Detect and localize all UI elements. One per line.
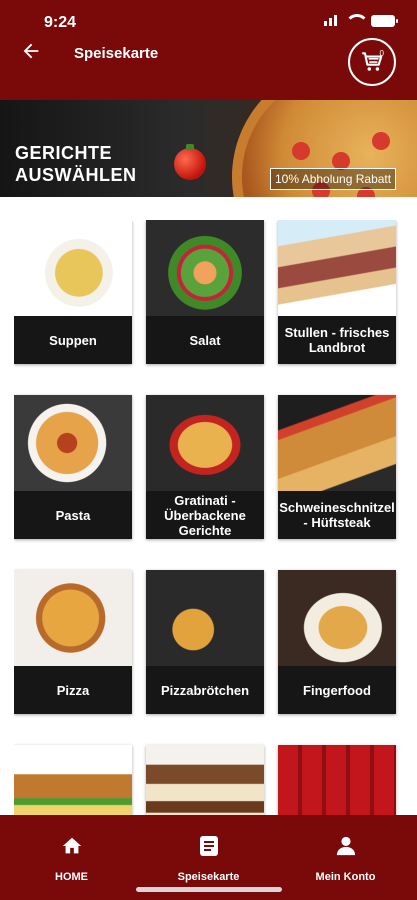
- cart-count-badge: 0: [379, 49, 384, 58]
- soup-image: [14, 220, 132, 316]
- home-indicator: [136, 887, 282, 892]
- status-time: 9:24: [44, 14, 77, 31]
- category-card-pizzabroetchen[interactable]: Pizzabrötchen: [146, 570, 264, 714]
- category-label: Fingerfood: [278, 666, 396, 714]
- discount-badge: 10% Abholung Rabatt: [270, 168, 397, 190]
- category-label: Stullen - frisches Landbrot: [278, 316, 396, 364]
- pasta-image: [14, 395, 132, 491]
- pizza-rolls-image: [146, 570, 264, 666]
- nav-mein-konto[interactable]: Mein Konto: [276, 831, 415, 883]
- nav-speisekarte-label: Speisekarte: [177, 871, 240, 883]
- schnitzel-image: [278, 395, 396, 491]
- wifi-icon: [345, 14, 369, 27]
- tiramisu-image: [146, 745, 264, 820]
- category-label: Suppen: [14, 316, 132, 364]
- tomato-image: [174, 144, 206, 180]
- category-label: Salat: [146, 316, 264, 364]
- category-card-drinks[interactable]: [278, 745, 396, 820]
- status-icons: [324, 14, 398, 27]
- category-card-gratinati[interactable]: Gratinati - Überbackene Gerichte: [146, 395, 264, 539]
- category-card-burger[interactable]: [14, 745, 132, 820]
- home-icon: [62, 837, 81, 854]
- arrow-left-icon: [23, 43, 39, 59]
- category-label: Pizza: [14, 666, 132, 714]
- category-card-schweineschnitzel[interactable]: Schweineschnitzel - Hüftsteak: [278, 395, 396, 539]
- category-card-pasta[interactable]: Pasta: [14, 395, 132, 539]
- category-label: Pizzabrötchen: [146, 666, 264, 714]
- nav-speisekarte[interactable]: Speisekarte: [139, 831, 278, 883]
- gratin-image: [146, 395, 264, 491]
- nav-home[interactable]: HOME: [2, 831, 141, 883]
- fingerfood-image: [278, 570, 396, 666]
- category-card-salat[interactable]: Salat: [146, 220, 264, 364]
- category-card-suppen[interactable]: Suppen: [14, 220, 132, 364]
- cart-button[interactable]: 0: [348, 38, 396, 86]
- menu-list-icon: [199, 836, 218, 856]
- user-icon: [336, 836, 355, 856]
- category-label: Pasta: [14, 491, 132, 539]
- back-button[interactable]: [20, 40, 44, 64]
- page-title: Speisekarte: [74, 45, 159, 62]
- signal-icon: [324, 15, 337, 26]
- nav-home-label: HOME: [55, 871, 88, 883]
- banner-heading: GERICHTE AUSWÄHLEN: [15, 143, 137, 185]
- sandwich-image: [278, 220, 396, 316]
- cola-cans-image: [278, 745, 396, 820]
- category-label: Gratinati - Überbackene Gerichte: [146, 491, 264, 539]
- category-grid: Suppen Salat Stullen - frisches Landbrot…: [14, 220, 403, 820]
- category-card-stullen[interactable]: Stullen - frisches Landbrot: [278, 220, 396, 364]
- top-app-bar: 9:24 Speisekarte 0: [0, 0, 417, 100]
- category-card-pizza[interactable]: Pizza: [14, 570, 132, 714]
- category-card-dessert[interactable]: [146, 745, 264, 820]
- nav-mein-konto-label: Mein Konto: [315, 871, 376, 883]
- pizza-dish-image: [14, 570, 132, 666]
- category-label: Schweineschnitzel - Hüftsteak: [278, 491, 396, 539]
- burger-image: [14, 745, 132, 820]
- battery-icon: [371, 14, 398, 27]
- salad-image: [146, 220, 264, 316]
- category-card-fingerfood[interactable]: Fingerfood: [278, 570, 396, 714]
